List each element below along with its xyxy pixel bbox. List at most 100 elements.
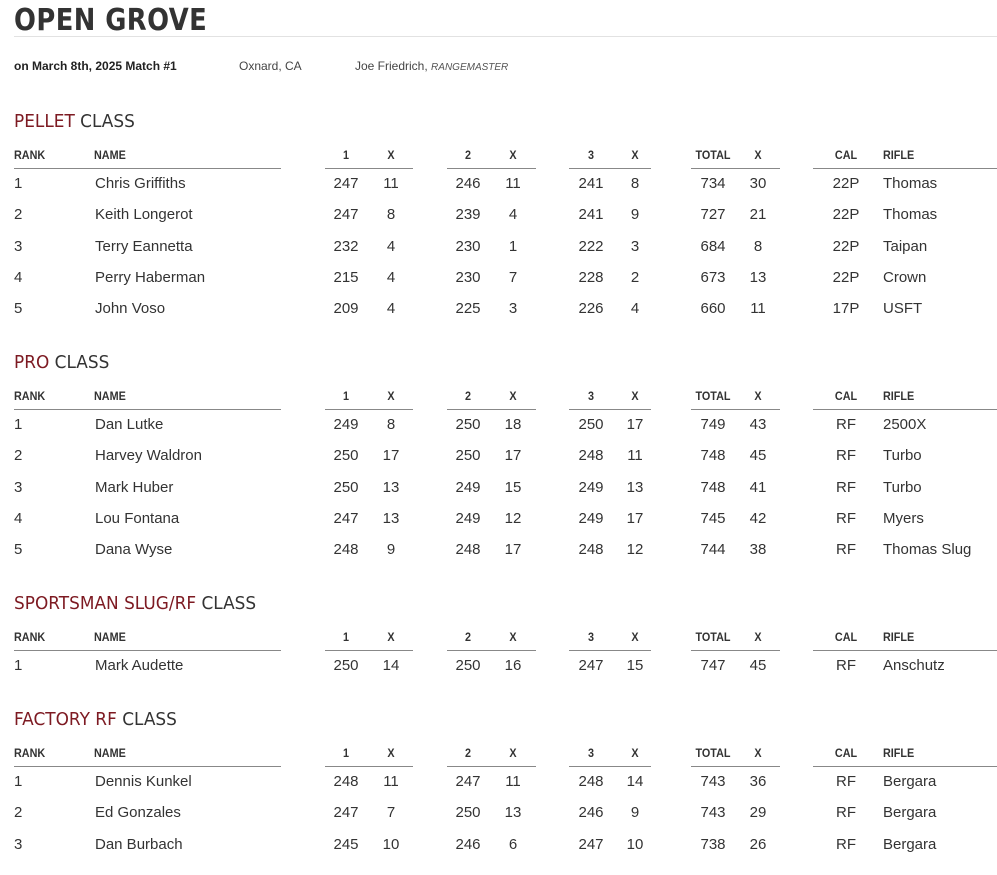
cell-score-2: 249 <box>455 478 481 496</box>
class-name: SPORTSMAN SLUG/RF <box>14 593 197 614</box>
table-row: 3 Mark Huber 250 13 249 15 249 13 748 41 RF Turbo <box>14 472 997 503</box>
table-row: 4 Perry Haberman 215 4 230 7 228 2 673 13 22P Crown <box>14 262 997 293</box>
cell-x-total: 45 <box>749 657 767 674</box>
column-header-score-1: 1 <box>342 630 350 644</box>
cell-score-1: 215 <box>333 268 359 286</box>
cell-x-1: 7 <box>386 804 396 822</box>
cell-x-3: 9 <box>630 206 640 224</box>
cell-total: 748 <box>700 478 726 496</box>
cell-score-2: 250 <box>455 416 481 433</box>
cell-x-2: 11 <box>505 773 521 790</box>
cell-cal: 22P <box>832 175 860 192</box>
cell-x-3: 4 <box>630 300 640 318</box>
column-header-x-3: X <box>631 148 639 162</box>
cell-score-2: 250 <box>455 804 481 822</box>
cell-x-total: 30 <box>749 175 767 192</box>
cell-rifle: Taipan <box>883 237 928 255</box>
cell-score-2: 247 <box>455 773 481 790</box>
cell-rifle: Crown <box>883 268 927 286</box>
column-header-score-3: 3 <box>587 746 595 760</box>
cell-name: Mark Huber <box>95 478 174 496</box>
column-header-total: TOTAL <box>695 630 731 644</box>
cell-x-total: 13 <box>749 268 767 286</box>
cell-x-1: 8 <box>386 416 396 433</box>
cell-rank: 4 <box>14 268 23 286</box>
column-header-x-2: X <box>509 630 517 644</box>
class-suffix: CLASS <box>54 352 110 373</box>
cell-rank: 1 <box>14 175 23 192</box>
column-header-score-2: 2 <box>464 389 472 403</box>
cell-rifle: Turbo <box>883 447 922 465</box>
cell-name: Harvey Waldron <box>95 447 202 465</box>
cell-score-1: 247 <box>333 804 359 822</box>
cell-x-3: 17 <box>626 416 644 433</box>
cell-x-1: 10 <box>382 835 400 853</box>
cell-score-2: 250 <box>455 657 481 674</box>
table-row: 4 Lou Fontana 247 13 249 12 249 17 745 42 RF Myers <box>14 503 997 534</box>
cell-x-2: 12 <box>504 509 522 527</box>
cell-rifle: Turbo <box>883 478 922 496</box>
cell-rifle: Bergara <box>883 835 937 853</box>
column-header-name: NAME <box>94 389 126 403</box>
cell-score-3: 249 <box>578 478 604 496</box>
class-name: PELLET <box>14 111 75 132</box>
cell-total: 748 <box>700 447 726 465</box>
class-heading: SPORTSMAN SLUG/RF CLASS <box>14 592 256 616</box>
cell-name: Perry Haberman <box>95 268 206 286</box>
cell-rank: 2 <box>14 206 23 224</box>
cell-x-1: 4 <box>386 300 396 318</box>
cell-cal: RF <box>836 478 856 496</box>
cell-total: 673 <box>700 268 726 286</box>
cell-score-2: 249 <box>455 509 481 527</box>
column-header-rifle: RIFLE <box>883 148 915 162</box>
cell-rank: 5 <box>14 541 23 559</box>
cell-x-2: 17 <box>504 541 522 559</box>
column-header-x-2: X <box>509 148 517 162</box>
cell-cal: RF <box>836 447 856 465</box>
cell-x-2: 1 <box>508 237 518 255</box>
cell-x-total: 43 <box>749 416 767 433</box>
table-row: 1 Chris Griffiths 247 11 246 11 241 8 734 30 22P Th… <box>14 168 997 199</box>
cell-total: 684 <box>700 237 726 255</box>
cell-total: 743 <box>700 773 726 790</box>
cell-x-2: 4 <box>508 206 518 224</box>
cell-rifle: Myers <box>883 509 924 527</box>
cell-total: 745 <box>700 509 726 527</box>
table-row: 5 John Voso 209 4 225 3 226 4 660 11 17P USFT <box>14 293 997 324</box>
cell-score-1: 247 <box>333 509 359 527</box>
column-header-x-total: X <box>754 148 762 162</box>
page-title: OPEN GROVE <box>14 3 208 38</box>
cell-x-3: 11 <box>627 447 643 465</box>
cell-rifle: USFT <box>883 300 923 318</box>
cell-score-1: 209 <box>333 300 359 318</box>
cell-score-2: 246 <box>455 835 481 853</box>
cell-score-2: 230 <box>455 268 481 286</box>
cell-cal: RF <box>836 804 856 822</box>
column-header-name: NAME <box>94 630 126 644</box>
table-row: 1 Mark Audette 250 14 250 16 247 15 747 45 RF Ansch… <box>14 650 997 681</box>
cell-score-1: 249 <box>333 416 359 433</box>
cell-score-1: 245 <box>333 835 359 853</box>
cell-x-1: 4 <box>386 237 396 255</box>
column-header-x-1: X <box>387 148 395 162</box>
cell-score-2: 248 <box>455 541 481 559</box>
column-header-x-total: X <box>754 630 762 644</box>
match-date: on March 8th, 2025 Match #1 <box>14 59 177 73</box>
cell-score-1: 248 <box>333 773 359 790</box>
table-row: 2 Ed Gonzales 247 7 250 13 246 9 743 29 RF Bergara <box>14 797 997 828</box>
cell-x-3: 15 <box>626 657 644 674</box>
column-header-x-total: X <box>754 389 762 403</box>
cell-name: Keith Longerot <box>95 206 193 224</box>
cell-score-1: 250 <box>333 657 359 674</box>
cell-x-total: 29 <box>749 804 767 822</box>
cell-x-3: 13 <box>626 478 644 496</box>
rangemaster: Joe Friedrich, RANGEMASTER <box>355 57 508 77</box>
column-header-rifle: RIFLE <box>883 746 915 760</box>
column-header-x-3: X <box>631 746 639 760</box>
table-header: RANK NAME 1 X 2 X 3 X TOTAL X CAL RIFLE <box>14 146 997 169</box>
cell-score-2: 250 <box>455 447 481 465</box>
class-heading: FACTORY RF CLASS <box>14 708 177 732</box>
column-header-score-3: 3 <box>587 389 595 403</box>
cell-score-1: 250 <box>333 478 359 496</box>
cell-rank: 3 <box>14 237 23 255</box>
